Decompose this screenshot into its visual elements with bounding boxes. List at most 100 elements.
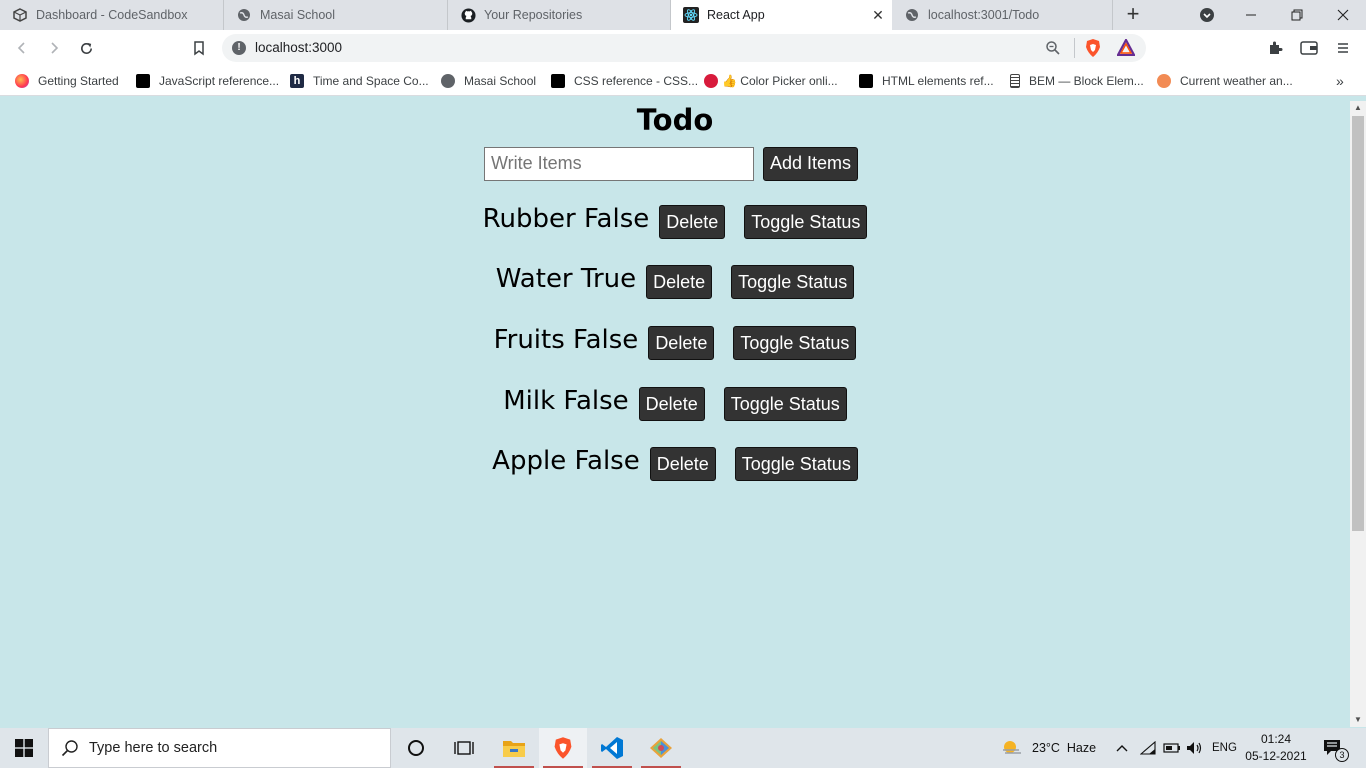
taskbar-search-box[interactable]: Type here to search — [48, 728, 391, 768]
clock[interactable]: 01:24 05-12-2021 — [1240, 731, 1312, 765]
clock-date: 05-12-2021 — [1245, 749, 1307, 763]
weather-widget[interactable]: 23°C Haze — [1000, 728, 1096, 768]
brave-rewards-icon[interactable] — [1116, 37, 1136, 61]
brave-shields-icon[interactable] — [1084, 38, 1102, 63]
bookmark-current-weather[interactable]: Current weather an... — [1157, 72, 1293, 90]
clock-time: 01:24 — [1260, 732, 1292, 746]
todo-item: Fruits False Delete Toggle Status — [0, 325, 1350, 361]
tab-title: Dashboard - CodeSandbox — [36, 8, 188, 22]
vertical-scrollbar[interactable]: ▲ ▼ — [1350, 101, 1366, 727]
search-icon — [61, 739, 79, 757]
volume-icon[interactable] — [1186, 728, 1204, 768]
react-icon — [683, 7, 699, 23]
delete-button[interactable]: Delete — [646, 265, 713, 299]
globe-icon — [236, 7, 252, 23]
todo-item-text: Milk False — [503, 386, 629, 416]
todo-item-text: Fruits False — [493, 325, 639, 355]
bookmark-label: Time and Space Co... — [313, 74, 429, 88]
wallet-icon[interactable] — [1299, 38, 1319, 58]
app-icon[interactable] — [637, 728, 685, 768]
task-view-icon[interactable] — [440, 728, 488, 768]
address-bar[interactable]: ! localhost:3000 — [222, 34, 1146, 62]
scroll-down-icon[interactable]: ▼ — [1350, 713, 1366, 727]
page-title: Todo — [636, 103, 714, 137]
tab-your-repositories[interactable]: Your Repositories — [448, 0, 671, 30]
tab-masai-school[interactable]: Masai School — [224, 0, 448, 30]
firefox-icon — [15, 74, 29, 88]
bookmark-html-elements[interactable]: HTML elements ref... — [859, 72, 994, 90]
delete-button[interactable]: Delete — [649, 447, 716, 481]
restore-icon[interactable] — [1274, 0, 1320, 30]
windows-start-button[interactable] — [0, 728, 48, 768]
battery-icon[interactable] — [1163, 728, 1181, 768]
notifications-icon[interactable]: 3 — [1323, 728, 1349, 768]
forward-icon[interactable] — [44, 38, 64, 58]
minimize-icon[interactable] — [1228, 0, 1274, 30]
tab-strip: Dashboard - CodeSandbox Masai School You… — [0, 0, 1366, 30]
close-tab-icon[interactable]: ✕ — [870, 7, 886, 23]
tab-react-app[interactable]: React App ✕ — [671, 0, 892, 30]
toggle-status-button[interactable]: Toggle Status — [734, 447, 858, 481]
weather-icon — [1157, 74, 1171, 88]
bookmark-masai-school[interactable]: Masai School — [441, 72, 536, 90]
toggle-status-button[interactable]: Toggle Status — [733, 326, 857, 360]
tab-localhost-todo[interactable]: localhost:3001/Todo — [892, 0, 1113, 30]
more-bookmarks-icon[interactable]: » — [1336, 72, 1344, 90]
tab-codesandbox[interactable]: Dashboard - CodeSandbox — [0, 0, 224, 30]
browser-toolbar: ! localhost:3000 — [0, 30, 1366, 66]
todo-item: Rubber False Delete Toggle Status — [0, 204, 1350, 240]
extensions-icon[interactable] — [1265, 38, 1285, 58]
todo-item-text: Water True — [495, 264, 637, 294]
delete-button[interactable]: Delete — [659, 205, 726, 239]
bookmark-label: JavaScript reference... — [159, 74, 280, 88]
brave-browser-icon[interactable] — [539, 728, 587, 768]
zoom-icon[interactable] — [1045, 40, 1061, 61]
bookmark-javascript-reference[interactable]: JavaScript reference... — [136, 72, 279, 90]
toggle-status-button[interactable]: Toggle Status — [723, 387, 847, 421]
toggle-status-button[interactable]: Toggle Status — [731, 265, 855, 299]
mdn-icon — [136, 74, 150, 88]
todo-item-text: Rubber False — [482, 204, 650, 234]
page-content: Todo Add Items Rubber False Delete Toggl… — [0, 101, 1350, 727]
scrollbar-thumb[interactable] — [1352, 116, 1364, 531]
new-tab-button[interactable]: + — [1122, 3, 1144, 26]
bookmark-css-reference[interactable]: CSS reference - CSS... — [551, 72, 698, 90]
bookmark-label: HTML elements ref... — [882, 74, 994, 88]
wifi-icon[interactable] — [1140, 728, 1156, 768]
scroll-up-icon[interactable]: ▲ — [1350, 101, 1366, 115]
bookmark-icon[interactable] — [189, 38, 209, 58]
bookmark-label: Getting Started — [38, 74, 119, 88]
show-hidden-icons-icon[interactable] — [1115, 728, 1129, 768]
cortana-icon[interactable] — [392, 728, 440, 768]
tab-title: Your Repositories — [484, 8, 583, 22]
url-text: localhost:3000 — [255, 40, 343, 55]
toggle-status-button[interactable]: Toggle Status — [744, 205, 868, 239]
site-info-icon[interactable]: ! — [232, 41, 246, 55]
reload-icon[interactable] — [76, 38, 96, 58]
todo-item: Milk False Delete Toggle Status — [0, 386, 1350, 422]
bookmark-color-picker[interactable]: 👍 Color Picker onli... — [704, 72, 838, 90]
windows-taskbar: Type here to search 23°C Haze ENG 01:24 … — [0, 728, 1366, 768]
bookmark-bem[interactable]: BEM — Block Elem... — [1010, 72, 1144, 90]
delete-button[interactable]: Delete — [638, 387, 705, 421]
vscode-icon[interactable] — [588, 728, 636, 768]
menu-icon[interactable] — [1333, 38, 1353, 58]
divider — [1074, 38, 1075, 58]
document-icon — [1010, 74, 1020, 88]
close-window-icon[interactable] — [1320, 0, 1366, 30]
mdn-icon — [859, 74, 873, 88]
bookmark-time-space[interactable]: h Time and Space Co... — [290, 72, 429, 90]
bookmark-label: BEM — Block Elem... — [1029, 74, 1144, 88]
back-icon[interactable] — [12, 38, 32, 58]
language-indicator[interactable]: ENG — [1212, 728, 1237, 768]
bookmark-getting-started[interactable]: Getting Started — [15, 72, 119, 90]
add-item-form: Add Items — [484, 146, 859, 181]
todo-item: Water True Delete Toggle Status — [0, 264, 1350, 300]
add-items-button[interactable]: Add Items — [763, 146, 859, 181]
delete-button[interactable]: Delete — [648, 326, 715, 360]
globe-icon — [441, 74, 455, 88]
file-explorer-icon[interactable] — [490, 728, 538, 768]
tab-search-icon[interactable] — [1184, 0, 1230, 30]
todo-input[interactable] — [484, 146, 754, 181]
globe-icon — [904, 7, 920, 23]
